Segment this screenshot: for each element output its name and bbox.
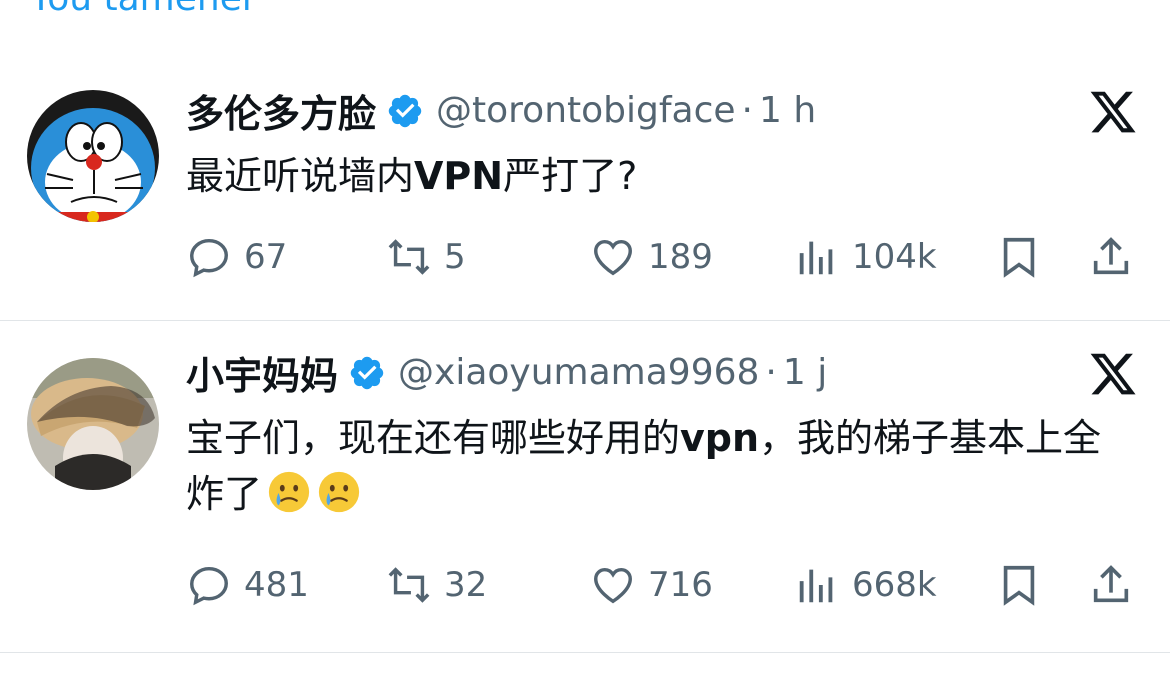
crying-face-emoji <box>316 469 362 515</box>
timestamp[interactable]: 1 h <box>759 90 816 131</box>
repost-count: 5 <box>444 237 466 277</box>
tweet-text-bold: VPN <box>414 154 504 198</box>
repost-count: 32 <box>444 565 488 605</box>
reply-button[interactable]: 481 <box>186 560 309 610</box>
share-button[interactable] <box>1088 232 1134 282</box>
views-button[interactable]: 668k <box>794 560 937 610</box>
reply-count: 481 <box>244 565 309 605</box>
avatar[interactable] <box>27 90 159 222</box>
like-button[interactable]: 716 <box>590 560 713 610</box>
action-bar: 67 5 189 104k <box>0 232 1170 282</box>
user-handle[interactable]: @torontobigface <box>436 90 736 131</box>
tweet-card[interactable]: 小宇妈妈 @xiaoyumama9968 · 1 j 宝子们，现在还有哪些好用的… <box>0 322 1170 652</box>
like-count: 189 <box>648 237 713 277</box>
views-count: 104k <box>852 237 937 277</box>
tweet-text: 最近听说墙内VPN严打了? <box>186 148 1136 204</box>
repost-button[interactable]: 5 <box>386 232 466 282</box>
views-count: 668k <box>852 565 937 605</box>
reply-icon <box>190 238 228 278</box>
share-icon <box>1093 237 1129 275</box>
tweet-divider <box>0 320 1170 321</box>
views-button[interactable]: 104k <box>794 232 937 282</box>
tweet-text-part: 最近听说墙内 <box>186 154 415 198</box>
x-logo-icon <box>1088 349 1138 399</box>
avatar[interactable] <box>27 358 159 490</box>
bookmark-icon <box>1003 237 1035 278</box>
bookmark-icon <box>1003 565 1035 606</box>
verified-badge-icon <box>386 92 424 130</box>
views-icon <box>799 241 833 275</box>
timestamp[interactable]: 1 j <box>783 352 827 393</box>
separator-dot: · <box>765 352 777 393</box>
like-icon <box>594 567 632 604</box>
bookmark-button[interactable] <box>996 560 1042 610</box>
views-icon <box>799 569 833 603</box>
repost-icon <box>388 239 430 275</box>
reply-icon <box>190 566 228 606</box>
action-bar: 481 32 716 668k <box>0 560 1170 610</box>
tweet-text-bold: vpn <box>680 416 760 460</box>
tweet-text-part: 严打了? <box>503 154 638 198</box>
share-icon <box>1093 565 1129 603</box>
reply-count: 67 <box>244 237 288 277</box>
x-logo-icon <box>1088 87 1138 137</box>
previous-tweet-fragment: You tamener <box>30 0 257 19</box>
tweet-divider <box>0 652 1170 653</box>
tweet-card[interactable]: 多伦多方脸 @torontobigface · 1 h 最近听说墙内VPN严打了… <box>0 60 1170 320</box>
like-button[interactable]: 189 <box>590 232 713 282</box>
verified-badge-icon <box>348 354 386 392</box>
reply-button[interactable]: 67 <box>186 232 287 282</box>
share-button[interactable] <box>1088 560 1134 610</box>
crying-face-emoji <box>266 469 312 515</box>
tweet-text-part: 宝子们，现在还有哪些好用的 <box>186 416 681 460</box>
repost-button[interactable]: 32 <box>386 560 487 610</box>
display-name[interactable]: 多伦多方脸 <box>186 83 376 138</box>
user-handle[interactable]: @xiaoyumama9968 <box>398 352 759 393</box>
display-name[interactable]: 小宇妈妈 <box>186 345 338 400</box>
like-icon <box>594 239 632 276</box>
tweet-header: 小宇妈妈 @xiaoyumama9968 · 1 j <box>186 345 827 400</box>
separator-dot: · <box>741 90 753 131</box>
like-count: 716 <box>648 565 713 605</box>
bookmark-button[interactable] <box>996 232 1042 282</box>
repost-icon <box>388 567 430 603</box>
tweet-header: 多伦多方脸 @torontobigface · 1 h <box>186 83 816 138</box>
tweet-text: 宝子们，现在还有哪些好用的vpn，我的梯子基本上全炸了 <box>186 410 1136 522</box>
